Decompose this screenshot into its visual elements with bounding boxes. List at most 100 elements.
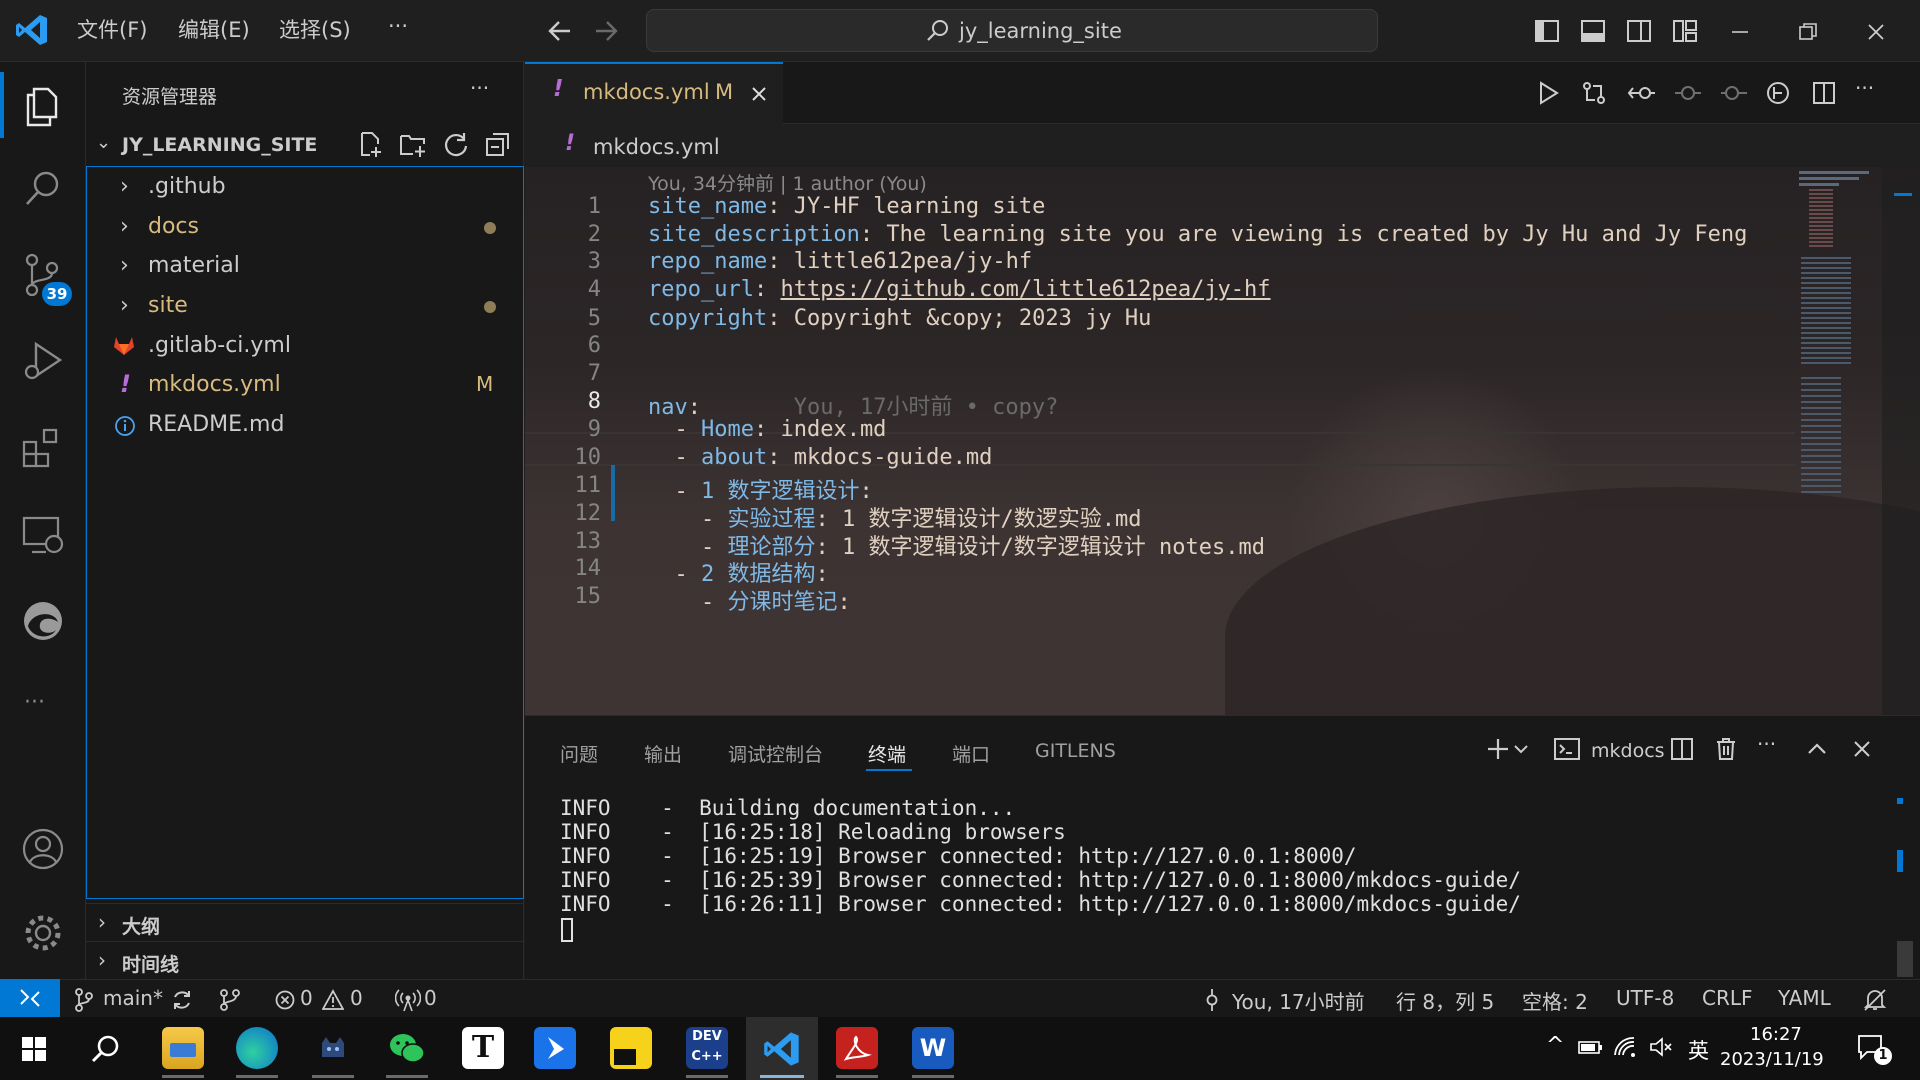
ime-indicator[interactable]: 英	[1688, 1035, 1709, 1065]
breadcrumb-file[interactable]: mkdocs.yml	[593, 135, 720, 159]
toggle-primary-sidebar-icon[interactable]	[1534, 18, 1560, 44]
extensions-icon[interactable]	[20, 424, 66, 470]
outline-section[interactable]: › 大纲	[86, 903, 524, 941]
maximize-panel-icon[interactable]	[1805, 738, 1829, 760]
wechat-icon[interactable]	[386, 1027, 428, 1069]
workspace-title[interactable]: JY_LEARNING_SITE	[122, 134, 317, 156]
ports-broadcast-icon[interactable]	[395, 988, 421, 1012]
close-panel-icon[interactable]	[1851, 738, 1873, 760]
remote-explorer-icon[interactable]	[20, 512, 66, 558]
sticky-notes-icon[interactable]	[610, 1027, 652, 1069]
cursor-position[interactable]: 行 8，列 5	[1396, 986, 1494, 1015]
split-editor-icon[interactable]	[1811, 80, 1837, 106]
blame-header[interactable]: You, 34分钟前 | 1 author (You)	[648, 169, 927, 196]
git-graph-icon[interactable]	[218, 988, 242, 1012]
word-icon[interactable]: W	[912, 1027, 954, 1069]
run-icon[interactable]	[1535, 80, 1561, 106]
search-view-icon[interactable]	[20, 166, 66, 212]
new-folder-icon[interactable]	[398, 130, 428, 158]
clock-time[interactable]: 16:27	[1750, 1024, 1802, 1045]
run-debug-icon[interactable]	[20, 338, 66, 384]
edge-tools-icon[interactable]	[20, 598, 66, 644]
status-blame[interactable]: You, 17小时前	[1232, 986, 1365, 1015]
toggle-panel-icon[interactable]	[1580, 18, 1606, 44]
volume-muted-icon[interactable]	[1648, 1035, 1674, 1059]
problems-indicator[interactable]: 0 0	[272, 980, 372, 1018]
previous-commit-icon[interactable]	[1673, 80, 1703, 106]
remote-indicator[interactable]	[0, 979, 60, 1017]
indentation[interactable]: 空格: 2	[1522, 986, 1588, 1015]
sync-icon[interactable]	[170, 988, 194, 1012]
dev-cpp-icon[interactable]: DEV C++	[686, 1027, 728, 1069]
new-file-icon[interactable]	[356, 130, 384, 158]
tab-terminal[interactable]: 终端	[868, 740, 906, 767]
edge-browser-icon[interactable]	[236, 1027, 278, 1069]
collapse-all-icon[interactable]	[484, 130, 512, 158]
tree-folder-github[interactable]: › .github	[88, 168, 518, 206]
editor-more-button[interactable]: ···	[1855, 76, 1874, 100]
feishu-icon[interactable]	[534, 1027, 576, 1069]
ports-count[interactable]: 0	[424, 986, 437, 1010]
open-previous-revision-icon[interactable]	[1627, 80, 1657, 106]
chevron-down-icon[interactable]: ⌄	[96, 132, 111, 153]
split-terminal-icon[interactable]	[1669, 736, 1695, 762]
open-changes-icon[interactable]	[1581, 80, 1607, 106]
language-mode[interactable]: YAML	[1778, 986, 1831, 1010]
code-editor[interactable]: You, 34分钟前 | 1 author (You) 1 2 3 4 5 6 …	[525, 167, 1920, 715]
file-explorer-app-icon[interactable]	[162, 1027, 204, 1069]
new-terminal-icon[interactable]	[1485, 736, 1511, 762]
terminal-scrollbar-thumb[interactable]	[1897, 941, 1913, 977]
menu-selection[interactable]: 选择(S)	[279, 14, 351, 44]
tab-mkdocs-yml[interactable]: ! mkdocs.yml M	[525, 62, 783, 125]
close-window-icon[interactable]	[1864, 20, 1888, 44]
forward-arrow-icon[interactable]	[592, 18, 620, 44]
encoding[interactable]: UTF-8	[1616, 986, 1674, 1010]
line-ending[interactable]: CRLF	[1702, 986, 1753, 1010]
terminal-output[interactable]: INFO - Building documentation... INFO - …	[525, 776, 1920, 980]
pdf-reader-icon[interactable]	[836, 1027, 878, 1069]
cat-app-icon[interactable]	[312, 1027, 354, 1069]
typora-icon[interactable]: T	[462, 1027, 504, 1069]
menu-file[interactable]: 文件(F)	[77, 14, 147, 44]
tab-problems[interactable]: 问题	[560, 740, 598, 767]
vscode-taskbar-icon[interactable]	[762, 1029, 802, 1069]
tab-gitlens[interactable]: GITLENS	[1035, 740, 1116, 762]
terminal-name[interactable]: mkdocs	[1591, 740, 1665, 762]
explorer-icon[interactable]	[20, 83, 66, 129]
tree-file-readme[interactable]: README.md	[88, 406, 518, 444]
branch-name[interactable]: main*	[103, 986, 163, 1010]
tree-folder-docs[interactable]: › docs	[88, 208, 518, 246]
toggle-secondary-sidebar-icon[interactable]	[1626, 18, 1652, 44]
tree-file-mkdocs[interactable]: ! mkdocs.yml M	[88, 366, 518, 404]
tray-overflow-icon[interactable]: ^	[1546, 1033, 1564, 1058]
sidebar-more-button[interactable]: ···	[470, 76, 489, 100]
more-views-icon[interactable]: ···	[24, 690, 45, 715]
settings-gear-icon[interactable]	[20, 910, 66, 956]
panel-more-button[interactable]: ···	[1757, 732, 1776, 756]
back-arrow-icon[interactable]	[546, 18, 574, 44]
trash-icon[interactable]	[1713, 736, 1739, 762]
wifi-icon[interactable]	[1612, 1035, 1638, 1059]
gitlens-inspect-icon[interactable]	[1765, 80, 1791, 106]
customize-layout-icon[interactable]	[1672, 18, 1698, 44]
timeline-section[interactable]: › 时间线	[86, 941, 524, 979]
tree-folder-material[interactable]: › material	[88, 247, 518, 285]
menu-edit[interactable]: 编辑(E)	[178, 14, 250, 44]
command-center-search[interactable]: jy_learning_site	[646, 9, 1378, 52]
account-icon[interactable]	[20, 826, 66, 872]
minimize-icon[interactable]	[1728, 20, 1752, 44]
tab-ports[interactable]: 端口	[952, 740, 990, 767]
tab-debug-console[interactable]: 调试控制台	[728, 740, 823, 767]
tab-output[interactable]: 输出	[644, 740, 682, 767]
editor-scrollbar[interactable]	[1882, 167, 1920, 715]
menu-more[interactable]: ···	[388, 14, 408, 38]
refresh-icon[interactable]	[442, 130, 470, 158]
tree-folder-site[interactable]: › site	[88, 287, 518, 325]
minimap[interactable]	[1795, 167, 1881, 715]
repo-url-link[interactable]: https://github.com/little612pea/jy-hf	[780, 277, 1270, 302]
restore-icon[interactable]	[1796, 20, 1820, 44]
chevron-down-icon[interactable]	[1513, 742, 1529, 756]
windows-start-icon[interactable]	[22, 1037, 46, 1061]
battery-icon[interactable]	[1578, 1037, 1604, 1057]
tree-file-gitlab-ci[interactable]: .gitlab-ci.yml	[88, 327, 518, 365]
